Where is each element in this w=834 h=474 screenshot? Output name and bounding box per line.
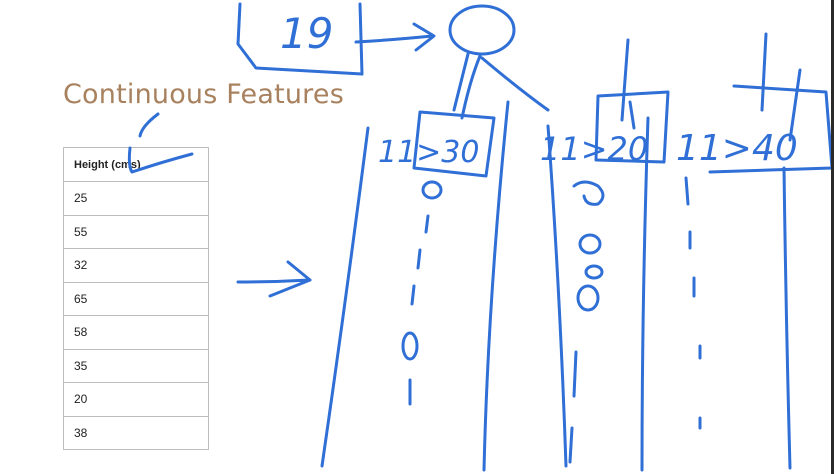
split-box-1 [412, 110, 496, 178]
column-2-dash [568, 426, 574, 464]
column-2-circle [576, 284, 600, 312]
table-row: 35 [63, 348, 209, 383]
branch-mid [460, 54, 482, 120]
column-2-circle [584, 264, 604, 280]
column-1-dash [416, 248, 422, 270]
split-label-1: 11>30 [378, 135, 479, 170]
column-line-2 [482, 100, 510, 472]
branch-left [452, 52, 470, 112]
table-row: 55 [63, 214, 209, 249]
slide-canvas: Continuous Features Height (cms) 25 55 3… [0, 0, 834, 474]
column-2-circle [578, 233, 602, 255]
column-1-circle [421, 180, 443, 200]
column-line-5 [782, 166, 792, 470]
table-cell: 58 [63, 315, 209, 350]
column-3-dash [684, 176, 690, 206]
slide-title: Continuous Features [63, 79, 344, 110]
table-row: 58 [63, 315, 209, 350]
table-arrow [236, 260, 312, 298]
table-cell: 38 [63, 415, 209, 450]
root-node [448, 4, 516, 56]
split-box-3 [708, 84, 834, 174]
column-line-4 [640, 116, 650, 472]
root-box [236, 2, 364, 76]
table-header-row: Height (cms) [63, 147, 209, 182]
branch-right [480, 56, 550, 112]
table-header-cell: Height (cms) [63, 147, 209, 182]
column-2-dash [572, 350, 578, 398]
column-line-3 [546, 124, 568, 468]
table-row: 25 [63, 181, 209, 216]
column-line-1 [320, 126, 370, 468]
column-2-circle [572, 180, 605, 206]
table-cell: 35 [63, 348, 209, 383]
table-row: 38 [63, 415, 209, 450]
table-cell: 20 [63, 382, 209, 417]
table-row: 32 [63, 248, 209, 283]
tick-line-3 [760, 32, 802, 142]
table-cell: 65 [63, 281, 209, 316]
table-cell: 55 [63, 214, 209, 249]
tick-line-2 [620, 38, 636, 130]
column-1-dash [424, 214, 430, 234]
split-label-2: 11>20 [540, 130, 648, 168]
split-label-3: 11>40 [676, 128, 798, 169]
table-row: 65 [63, 281, 209, 316]
root-label: 19 [280, 9, 333, 58]
column-1-circle [401, 331, 419, 361]
table-cell: 25 [63, 181, 209, 216]
table-row: 20 [63, 382, 209, 417]
split-box-2 [594, 90, 670, 164]
root-arrow [354, 22, 436, 52]
height-table: Height (cms) 25 55 32 65 58 35 20 38 [63, 147, 209, 450]
column-1-dash [410, 284, 416, 306]
table-cell: 32 [63, 248, 209, 283]
